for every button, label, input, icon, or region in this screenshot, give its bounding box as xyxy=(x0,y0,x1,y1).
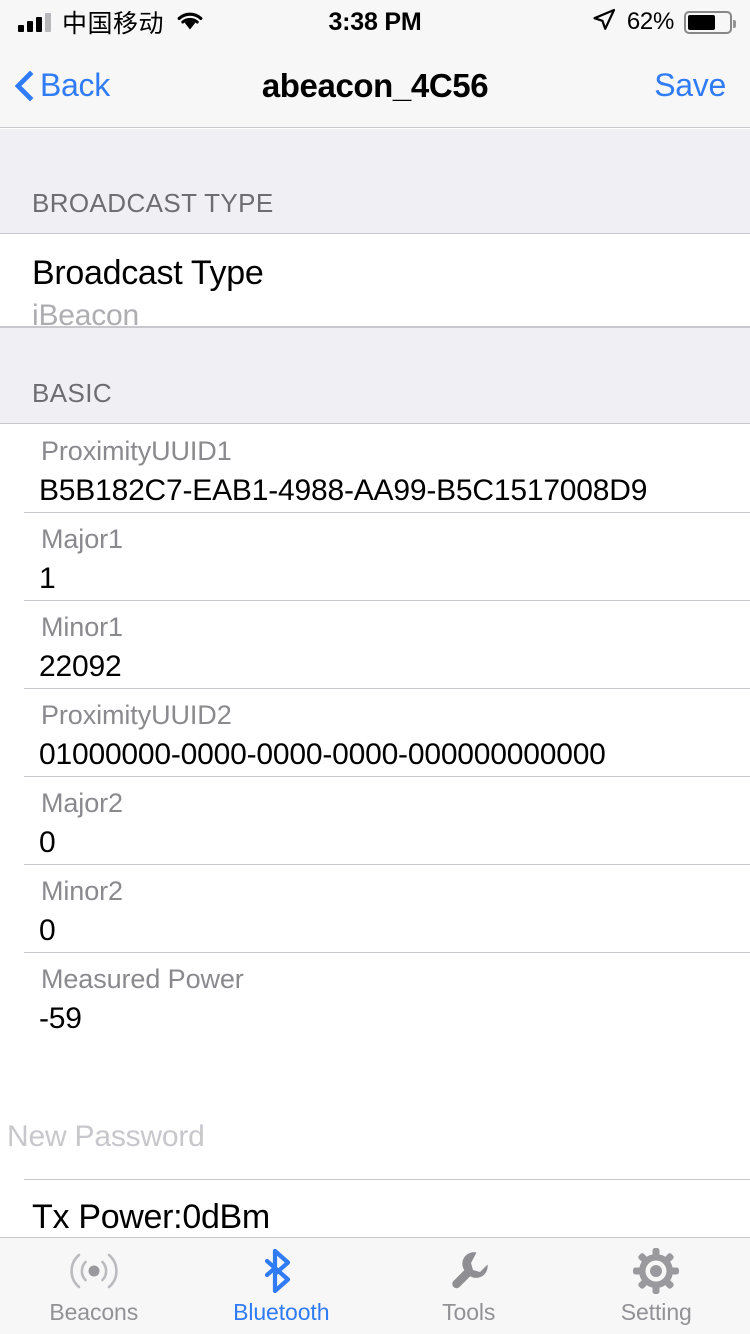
gear-icon xyxy=(632,1247,680,1295)
save-button[interactable]: Save xyxy=(654,67,726,104)
field-value[interactable]: 0 xyxy=(32,822,750,864)
field-value[interactable]: -59 xyxy=(32,998,750,1040)
broadcast-type-group: Broadcast Type iBeacon xyxy=(0,233,750,332)
field-major2[interactable]: Major2 0 xyxy=(0,776,750,864)
settings-list[interactable]: BROADCAST TYPE Broadcast Type iBeacon BA… xyxy=(0,129,750,1334)
navigation-bar: Back abeacon_4C56 Save xyxy=(0,44,750,128)
tab-label: Tools xyxy=(442,1298,496,1325)
field-major1[interactable]: Major1 1 xyxy=(0,512,750,600)
tab-label: Setting xyxy=(620,1298,692,1325)
field-label: ProximityUUID1 xyxy=(41,436,232,466)
broadcast-type-cell[interactable]: Broadcast Type iBeacon xyxy=(0,234,750,332)
field-label: ProximityUUID2 xyxy=(41,700,232,730)
battery-icon xyxy=(684,10,736,34)
app-screen: 中国移动 3:38 PM 62% Back abeacon_4C56 Save … xyxy=(0,0,750,1334)
beacon-broadcast-icon xyxy=(70,1247,118,1295)
basic-group: ProximityUUID1 B5B182C7-EAB1-4988-AA99-B… xyxy=(0,423,750,1325)
field-minor2[interactable]: Minor2 0 xyxy=(0,864,750,952)
wrench-icon xyxy=(446,1247,492,1295)
field-value[interactable]: B5B182C7-EAB1-4988-AA99-B5C1517008D9 xyxy=(32,470,750,512)
new-password-placeholder: New Password xyxy=(7,1120,205,1153)
tab-setting[interactable]: Setting xyxy=(563,1238,750,1334)
tab-label: Bluetooth xyxy=(233,1298,330,1325)
page-title: abeacon_4C56 xyxy=(261,66,489,104)
field-label: Measured Power xyxy=(41,964,244,994)
field-value[interactable]: 1 xyxy=(32,558,750,600)
bluetooth-icon xyxy=(261,1247,301,1295)
field-value[interactable]: 01000000-0000-0000-0000-000000000000 xyxy=(32,734,750,776)
broadcast-type-title: Broadcast Type xyxy=(32,254,264,292)
tab-bar: Beacons Bluetooth Tools Setting xyxy=(0,1237,750,1334)
section-header-basic: BASIC xyxy=(0,327,750,423)
field-minor1[interactable]: Minor1 22092 xyxy=(0,600,750,688)
section-header-broadcast-type: BROADCAST TYPE xyxy=(0,129,750,233)
new-password-field[interactable]: New Password xyxy=(0,1098,750,1180)
tab-label: Beacons xyxy=(49,1298,139,1325)
tx-power-label: Tx Power:0dBm xyxy=(32,1197,270,1236)
location-arrow-icon xyxy=(591,7,617,38)
field-proximity-uuid2[interactable]: ProximityUUID2 01000000-0000-0000-0000-0… xyxy=(0,688,750,776)
field-value[interactable]: 22092 xyxy=(32,646,750,688)
status-bar: 中国移动 3:38 PM 62% xyxy=(0,0,750,44)
field-label: Minor2 xyxy=(41,876,123,906)
field-measured-power[interactable]: Measured Power -59 xyxy=(0,952,750,1040)
field-label: Major2 xyxy=(41,788,123,818)
field-label: Minor1 xyxy=(41,612,123,642)
field-value[interactable]: 0 xyxy=(32,910,750,952)
tab-beacons[interactable]: Beacons xyxy=(0,1238,188,1334)
field-spacer xyxy=(0,1040,750,1098)
tab-bluetooth[interactable]: Bluetooth xyxy=(188,1238,376,1334)
battery-percent-label: 62% xyxy=(626,8,674,35)
field-label: Major1 xyxy=(41,524,123,554)
status-bar-right: 62% xyxy=(591,7,736,38)
broadcast-type-value: iBeacon xyxy=(32,299,140,332)
tab-tools[interactable]: Tools xyxy=(375,1238,563,1334)
field-proximity-uuid1[interactable]: ProximityUUID1 B5B182C7-EAB1-4988-AA99-B… xyxy=(0,424,750,512)
